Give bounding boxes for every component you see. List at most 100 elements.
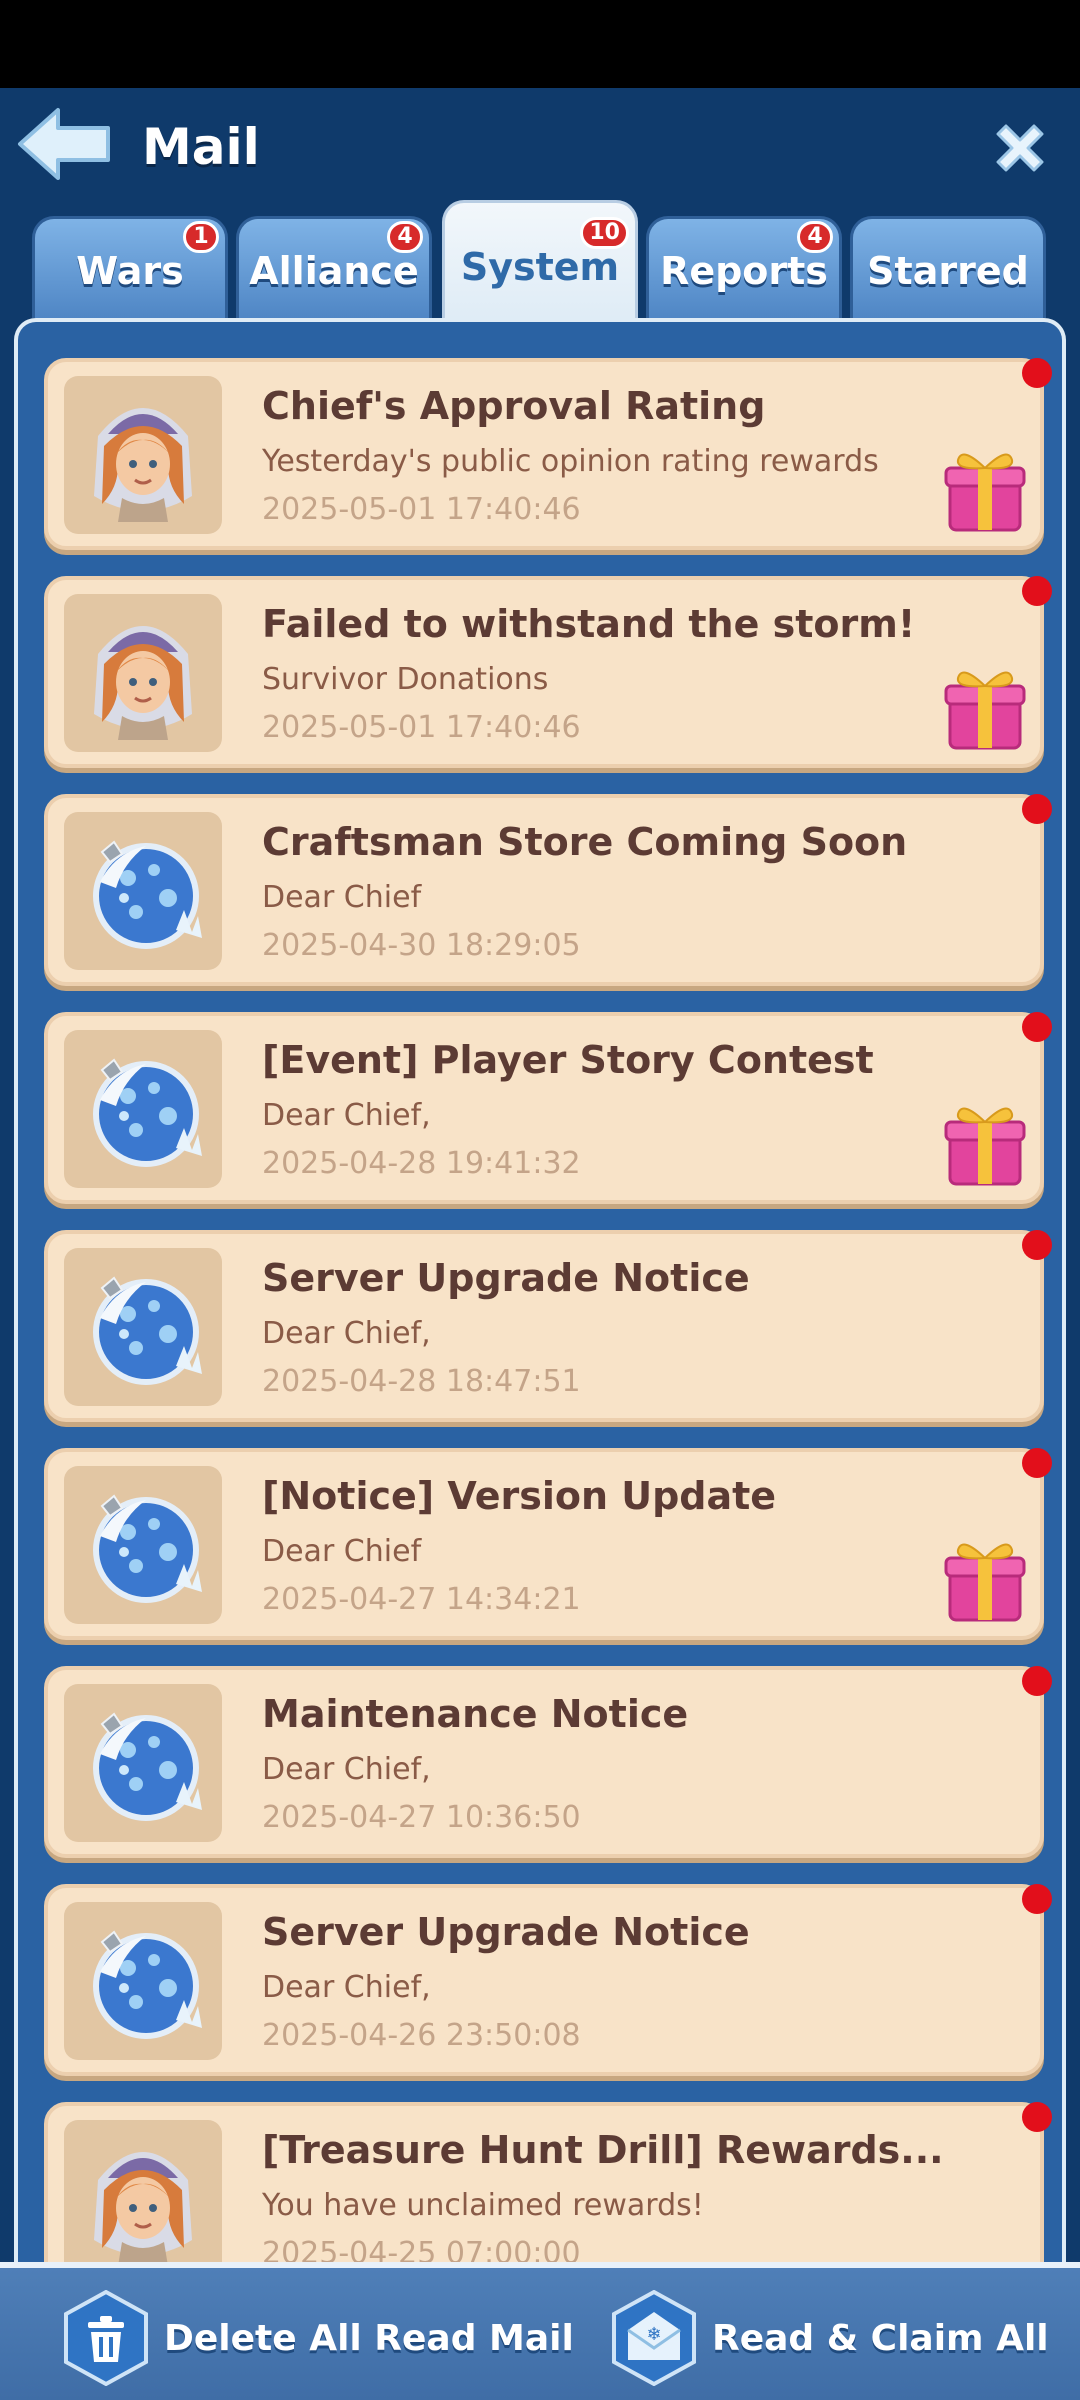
mail-item[interactable]: Server Upgrade Notice Dear Chief, 2025-04-… <box>44 1884 1052 2076</box>
back-arrow-button[interactable] <box>14 104 114 184</box>
gift-icon <box>944 1107 1026 1186</box>
mail-sender-avatar <box>64 1684 222 1842</box>
mail-subtitle: Dear Chief, <box>262 1316 431 1351</box>
unread-count-badge: 4 <box>797 221 833 253</box>
mail-timestamp: 2025-05-01 17:40:46 <box>262 492 581 527</box>
delete-all-read-button[interactable]: Delete All Read Mail <box>62 2290 574 2386</box>
mail-item[interactable]: [Notice] Version Update Dear Chief 2025-04… <box>44 1448 1052 1640</box>
tab-system[interactable]: System 10 <box>442 200 638 318</box>
header-bar: Mail <box>0 88 1080 200</box>
mail-timestamp: 2025-04-28 19:41:32 <box>262 1146 581 1181</box>
chief-girl-avatar <box>94 626 192 740</box>
mail-subtitle: Yesterday's public opinion rating reward… <box>262 444 879 479</box>
unread-count-badge: 10 <box>580 217 629 249</box>
mail-timestamp: 2025-04-26 23:50:08 <box>262 2018 581 2053</box>
mail-timestamp: 2025-04-30 18:29:05 <box>262 928 581 963</box>
delete-all-read-label: Delete All Read Mail <box>164 2318 574 2359</box>
snow-globe-icon <box>93 840 202 949</box>
bottom-action-bar: Delete All Read Mail ❄ Read & Claim All <box>0 2262 1080 2400</box>
gift-icon <box>944 671 1026 750</box>
close-icon <box>996 124 1044 172</box>
unread-dot <box>1022 1448 1052 1478</box>
mail-sender-avatar <box>64 594 222 752</box>
read-claim-all-button[interactable]: ❄ Read & Claim All <box>610 2290 1049 2386</box>
mail-subtitle: Dear Chief <box>262 880 422 915</box>
tab-label: Wars <box>76 249 184 293</box>
tab-label: Reports <box>660 249 828 293</box>
mail-title: Chief's Approval Rating <box>262 384 766 428</box>
mail-title: Server Upgrade Notice <box>262 1910 750 1954</box>
snow-globe-icon <box>93 1058 202 1167</box>
mail-sender-avatar <box>64 1902 222 2060</box>
chief-girl-avatar <box>94 408 192 522</box>
tab-alliance[interactable]: Alliance 4 <box>236 216 432 318</box>
chief-girl-avatar <box>94 2152 192 2266</box>
mail-item[interactable]: [Event] Player Story Contest Dear Chief, 2… <box>44 1012 1052 1204</box>
unread-count-badge: 1 <box>183 221 219 253</box>
mail-title: [Notice] Version Update <box>262 1474 777 1518</box>
mail-item[interactable]: Maintenance Notice Dear Chief, 2025-04-27 … <box>44 1666 1052 1858</box>
gift-icon <box>944 453 1026 532</box>
page-title: Mail <box>142 118 260 176</box>
mail-title: Craftsman Store Coming Soon <box>262 820 908 864</box>
snow-globe-icon <box>93 1930 202 2039</box>
mail-sender-avatar <box>64 812 222 970</box>
mail-sender-avatar <box>64 1030 222 1188</box>
mail-title: Maintenance Notice <box>262 1692 689 1736</box>
unread-count-badge: 4 <box>387 221 423 253</box>
mail-tabs: Wars 1 Alliance 4 System 10 Reports 4 St… <box>32 200 1052 318</box>
unread-dot <box>1022 1666 1052 1696</box>
tab-label: Alliance <box>249 249 419 293</box>
unread-dot <box>1022 1884 1052 1914</box>
tab-label: System <box>460 245 620 289</box>
unread-dot <box>1022 1230 1052 1260</box>
snow-globe-icon <box>93 1712 202 1821</box>
snow-globe-icon <box>93 1494 202 1603</box>
unread-dot <box>1022 2102 1052 2132</box>
mail-timestamp: 2025-04-27 10:36:50 <box>262 1800 581 1835</box>
status-bar <box>0 0 1080 88</box>
mail-sender-avatar <box>64 1466 222 1624</box>
tab-wars[interactable]: Wars 1 <box>32 216 228 318</box>
mail-sender-avatar <box>64 1248 222 1406</box>
mail-subtitle: Dear Chief, <box>262 1970 431 2005</box>
unread-dot <box>1022 358 1052 388</box>
back-arrow-icon <box>18 108 110 180</box>
read-claim-all-label: Read & Claim All <box>712 2318 1049 2359</box>
mail-timestamp: 2025-04-28 18:47:51 <box>262 1364 581 1399</box>
mail-title: Failed to withstand the storm! <box>262 602 916 646</box>
unread-dot <box>1022 1012 1052 1042</box>
mail-subtitle: Survivor Donations <box>262 662 549 697</box>
tab-reports[interactable]: Reports 4 <box>646 216 842 318</box>
svg-text:❄: ❄ <box>646 2324 661 2345</box>
gift-reward-indicator <box>942 1534 1028 1624</box>
close-button[interactable] <box>990 118 1050 178</box>
tab-starred[interactable]: Starred <box>850 216 1046 318</box>
gift-icon <box>944 1543 1026 1622</box>
mail-item[interactable]: [Treasure Hunt Drill] Rewards... You have… <box>44 2102 1052 2268</box>
mail-item[interactable]: Server Upgrade Notice Dear Chief, 2025-04-… <box>44 1230 1052 1422</box>
mail-subtitle: Dear Chief, <box>262 1752 431 1787</box>
gift-reward-indicator <box>942 1098 1028 1188</box>
gift-reward-indicator <box>942 444 1028 534</box>
tab-label: Starred <box>867 249 1029 293</box>
snow-globe-icon <box>93 1276 202 1385</box>
mail-item[interactable]: Chief's Approval Rating Yesterday's publi… <box>44 358 1052 550</box>
mail-title: [Treasure Hunt Drill] Rewards... <box>262 2128 944 2172</box>
trash-icon <box>64 2290 148 2386</box>
mail-list[interactable]: Chief's Approval Rating Yesterday's publi… <box>14 318 1066 2268</box>
mail-title: Server Upgrade Notice <box>262 1256 750 1300</box>
unread-dot <box>1022 576 1052 606</box>
mail-sender-avatar <box>64 376 222 534</box>
mail-title: [Event] Player Story Contest <box>262 1038 874 1082</box>
mail-sender-avatar <box>64 2120 222 2268</box>
mail-subtitle: You have unclaimed rewards! <box>262 2188 704 2223</box>
unread-dot <box>1022 794 1052 824</box>
mail-timestamp: 2025-05-01 17:40:46 <box>262 710 581 745</box>
mail-subtitle: Dear Chief, <box>262 1098 431 1133</box>
mail-timestamp: 2025-04-27 14:34:21 <box>262 1582 581 1617</box>
mail-item[interactable]: Failed to withstand the storm! Survivor D… <box>44 576 1052 768</box>
envelope-snowflake-icon: ❄ <box>612 2290 696 2386</box>
mail-item[interactable]: Craftsman Store Coming Soon Dear Chief 202… <box>44 794 1052 986</box>
mail-subtitle: Dear Chief <box>262 1534 422 1569</box>
